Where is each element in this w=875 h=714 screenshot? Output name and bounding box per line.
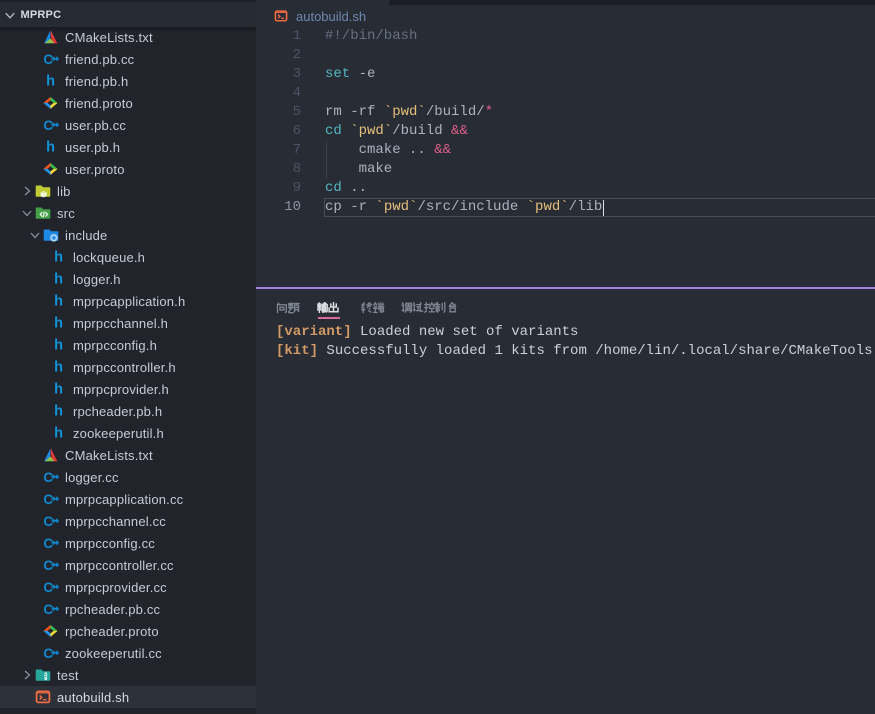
svg-text:h: h (54, 272, 63, 287)
svg-text:h: h (54, 294, 63, 309)
svg-text:h: h (54, 404, 63, 419)
svg-text:h: h (46, 74, 55, 89)
svg-text:h: h (54, 360, 63, 375)
svg-text:h: h (54, 338, 63, 353)
svg-text:h: h (46, 140, 55, 155)
svg-text:h: h (54, 426, 63, 441)
svg-text:h: h (54, 250, 63, 265)
svg-text:h: h (54, 382, 63, 397)
svg-text:h: h (54, 316, 63, 331)
